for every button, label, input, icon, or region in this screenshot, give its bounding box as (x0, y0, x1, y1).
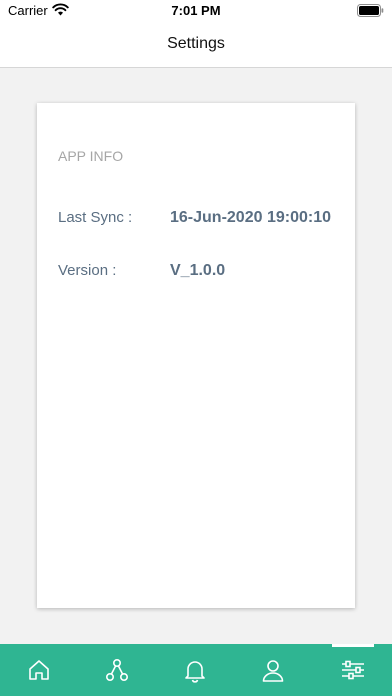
network-icon (105, 658, 128, 681)
sliders-icon (342, 660, 364, 680)
tab-home[interactable] (0, 644, 78, 696)
section-title: APP INFO (58, 148, 124, 164)
page-title: Settings (167, 35, 225, 52)
active-tab-indicator (332, 644, 374, 647)
last-sync-value: 16-Jun-2020 19:00:10 (170, 209, 331, 226)
tab-notifications[interactable] (156, 644, 234, 696)
tab-profile[interactable] (234, 644, 312, 696)
version-label: Version : (58, 262, 117, 279)
app-info-card: APP INFO Last Sync : 16-Jun-2020 19:00:1… (37, 103, 355, 608)
version-value: V_1.0.0 (170, 262, 226, 279)
bell-icon (185, 661, 205, 683)
home-icon (29, 660, 49, 680)
battery-icon (357, 4, 384, 17)
tab-network[interactable] (78, 644, 156, 696)
last-sync-label: Last Sync : (58, 209, 133, 226)
status-bar: Carrier 7:01 PM (0, 0, 392, 22)
tab-bar (0, 644, 392, 696)
tab-settings[interactable] (314, 644, 392, 696)
user-icon (262, 660, 284, 682)
status-time: 7:01 PM (171, 3, 221, 18)
navigation-bar: Settings (0, 22, 392, 68)
